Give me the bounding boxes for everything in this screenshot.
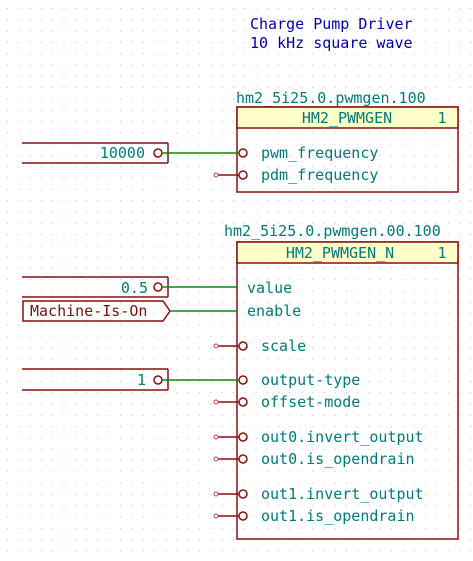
pin-out1-invert-output-label: out1.invert_output: [261, 485, 424, 503]
pin-bubble: [238, 432, 248, 442]
pin-scale[interactable]: scale: [213, 337, 306, 355]
pin-out0-invert-output-label: out0.invert_output: [261, 428, 424, 446]
pin-out1-is-opendrain-label: out1.is_opendrain: [261, 507, 415, 525]
net-label-machine-is-on[interactable]: Machine-Is-On: [22, 300, 171, 322]
pwmgen-unit-label: 1: [437, 109, 446, 127]
const-value-10000: 10000: [100, 144, 145, 162]
pin-out0-is-opendrain[interactable]: out0.is_opendrain: [213, 450, 415, 468]
net-label-text: Machine-Is-On: [30, 302, 147, 320]
pwmgen-n-type-label: HM2_PWMGEN_N: [286, 244, 394, 262]
const-output-bubble: [153, 282, 163, 292]
const-input-10000[interactable]: 10000: [22, 142, 169, 164]
pin-offset-mode-label: offset-mode: [261, 393, 360, 411]
pin-bubble: [238, 341, 248, 351]
const-output-bubble: [153, 148, 163, 158]
pin-endpoint: [213, 172, 219, 178]
pin-output-type-label: output-type: [261, 371, 360, 389]
pwmgen-n-component[interactable]: HM2_PWMGEN_N 1 value enable scale output…: [213, 241, 459, 540]
const-input-1[interactable]: 1: [22, 368, 169, 391]
pin-offset-mode[interactable]: offset-mode: [213, 393, 360, 411]
pin-out1-is-opendrain[interactable]: out1.is_opendrain: [213, 507, 415, 525]
pwmgen-instance-label: hm2_5i25.0.pwmgen.100: [236, 89, 426, 107]
pin-bubble: [238, 148, 248, 158]
pin-bubble: [238, 454, 248, 464]
pin-endpoint: [213, 491, 219, 497]
const-input-0-5[interactable]: 0.5: [22, 276, 169, 298]
pin-pwm-frequency-label: pwm_frequency: [261, 144, 378, 162]
pwmgen-type-label: HM2_PWMGEN: [302, 109, 392, 127]
pin-pwm-frequency[interactable]: pwm_frequency: [238, 144, 378, 162]
pin-enable-label: enable: [247, 302, 301, 320]
const-value-0-5: 0.5: [121, 279, 148, 297]
pin-endpoint: [213, 513, 219, 519]
pin-pdm-frequency-label: pdm_frequency: [261, 166, 378, 184]
pin-endpoint: [213, 343, 219, 349]
const-output-bubble: [153, 375, 163, 385]
pwmgen-n-instance-label: hm2_5i25.0.pwmgen.00.100: [224, 222, 441, 240]
pin-bubble: [238, 511, 248, 521]
pwmgen-component[interactable]: HM2_PWMGEN 1 pwm_frequency pdm_frequency: [213, 106, 459, 193]
title-line-2: 10 kHz square wave: [250, 34, 413, 52]
pin-scale-label: scale: [261, 337, 306, 355]
pin-bubble: [238, 170, 248, 180]
pin-pdm-frequency[interactable]: pdm_frequency: [213, 166, 378, 184]
pin-out0-invert-output[interactable]: out0.invert_output: [213, 428, 424, 446]
pin-endpoint: [213, 434, 219, 440]
pin-output-type[interactable]: output-type: [238, 371, 360, 389]
schematic-sheet: Charge Pump Driver 10 kHz square wave hm…: [7, 8, 472, 552]
const-value-1: 1: [137, 371, 146, 389]
pin-value[interactable]: value: [247, 279, 292, 297]
pin-endpoint: [213, 399, 219, 405]
pwmgen-n-unit-label: 1: [437, 244, 446, 262]
pin-bubble: [238, 397, 248, 407]
pin-out0-is-opendrain-label: out0.is_opendrain: [261, 450, 415, 468]
pin-endpoint: [213, 456, 219, 462]
title-line-1: Charge Pump Driver: [250, 15, 413, 33]
pin-bubble: [238, 489, 248, 499]
pin-out1-invert-output[interactable]: out1.invert_output: [213, 485, 424, 503]
pin-bubble: [238, 375, 248, 385]
pin-enable[interactable]: enable: [247, 302, 301, 320]
pin-value-label: value: [247, 279, 292, 297]
